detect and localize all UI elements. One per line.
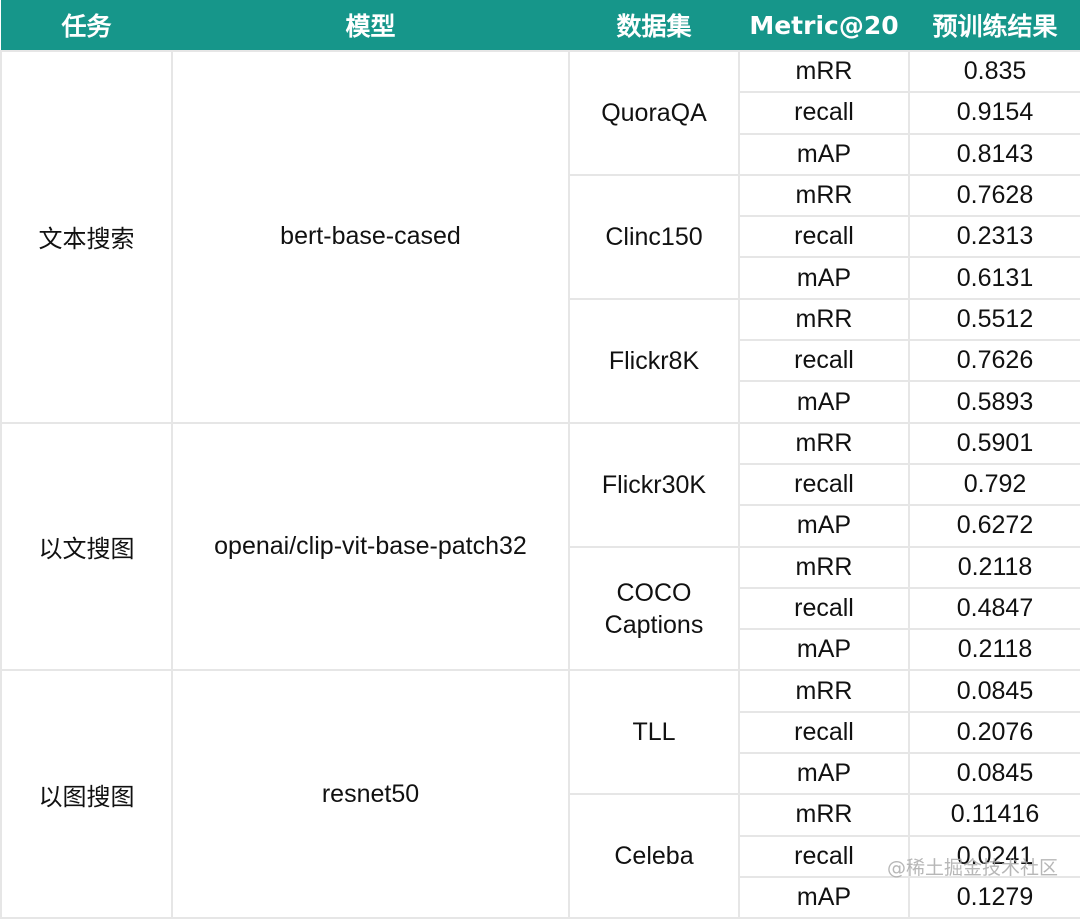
value-cell: 0.835 — [908, 49, 1080, 94]
value-cell: 0.11416 — [908, 793, 1080, 837]
metric-cell: mAP — [738, 752, 910, 796]
value-cell: 0.6272 — [908, 504, 1080, 548]
value-cell: 0.5901 — [908, 421, 1080, 465]
metric-cell: mRR — [738, 173, 910, 218]
value-cell: 0.2076 — [908, 710, 1080, 755]
metric-cell: mRR — [738, 793, 910, 837]
metric-cell: mRR — [738, 669, 910, 713]
header-task: 任务 — [1, 0, 172, 51]
metric-cell: recall — [738, 462, 910, 507]
header-model: 模型 — [172, 0, 569, 51]
value-cell: 0.7626 — [908, 339, 1080, 383]
model-cell: resnet50 — [171, 669, 570, 919]
metric-cell: mAP — [738, 504, 910, 548]
value-cell: 0.8143 — [908, 132, 1080, 176]
task-cell: 文本搜索 — [0, 50, 173, 424]
header-row: 任务 模型 数据集 Metric@20 预训练结果 — [1, 0, 1080, 51]
metric-cell: mAP — [738, 132, 910, 176]
dataset-cell: Clinc150 — [568, 173, 740, 300]
table-row: 以图搜图 resnet50 TLL mRR 0.0845 — [0, 669, 1080, 919]
dataset-cell: COCO Captions — [568, 545, 740, 672]
value-cell: 0.4847 — [908, 586, 1080, 631]
dataset-cell: Flickr30K — [568, 421, 740, 548]
table-row: 文本搜索 bert-base-cased QuoraQA mRR 0.835 — [0, 49, 1080, 424]
metric-cell: recall — [738, 586, 910, 631]
table-header: 任务 模型 数据集 Metric@20 预训练结果 — [1, 0, 1080, 51]
dataset-name-line: Captions — [604, 610, 704, 639]
dataset-name-line: COCO — [616, 578, 692, 607]
value-cell: 0.792 — [908, 462, 1080, 507]
model-cell: bert-base-cased — [171, 50, 570, 424]
metric-cell: mAP — [738, 875, 910, 919]
metric-cell: mRR — [738, 545, 910, 589]
metric-cell: recall — [738, 215, 910, 259]
metric-cell: recall — [738, 710, 910, 755]
value-cell: 0.9154 — [908, 91, 1080, 135]
value-cell: 0.0241 — [908, 834, 1080, 878]
dataset-cell: Celeba — [568, 793, 740, 919]
value-cell: 0.2118 — [908, 628, 1080, 672]
task-cell: 以文搜图 — [0, 421, 173, 672]
value-cell: 0.6131 — [908, 256, 1080, 300]
dataset-cell: QuoraQA — [568, 50, 740, 176]
metric-cell: mAP — [738, 380, 910, 424]
value-cell: 0.0845 — [908, 752, 1080, 796]
metric-cell: mAP — [738, 628, 910, 672]
metric-cell: mAP — [738, 256, 910, 300]
metric-cell: mRR — [738, 297, 910, 342]
metric-cell: mRR — [738, 49, 910, 94]
dataset-cell: TLL — [568, 669, 740, 796]
dataset-cell: Flickr8K — [568, 297, 740, 424]
value-cell: 0.2118 — [908, 545, 1080, 589]
header-dataset: 数据集 — [569, 0, 739, 51]
value-cell: 0.0845 — [908, 669, 1080, 713]
value-cell: 0.5893 — [908, 380, 1080, 424]
value-cell: 0.2313 — [908, 215, 1080, 259]
header-result: 预训练结果 — [909, 0, 1080, 51]
metric-cell: mRR — [738, 421, 910, 465]
metric-cell: recall — [738, 91, 910, 135]
value-cell: 0.7628 — [908, 173, 1080, 218]
metric-cell: recall — [738, 834, 910, 878]
header-metric: Metric@20 — [739, 0, 909, 51]
task-cell: 以图搜图 — [0, 669, 173, 919]
results-table: 任务 模型 数据集 Metric@20 预训练结果 文本搜索 bert-base… — [0, 0, 1080, 919]
metric-cell: recall — [738, 339, 910, 383]
value-cell: 0.1279 — [908, 875, 1080, 919]
model-cell: openai/clip-vit-base-patch32 — [171, 421, 570, 672]
value-cell: 0.5512 — [908, 297, 1080, 342]
table-row: 以文搜图 openai/clip-vit-base-patch32 Flickr… — [0, 421, 1080, 672]
